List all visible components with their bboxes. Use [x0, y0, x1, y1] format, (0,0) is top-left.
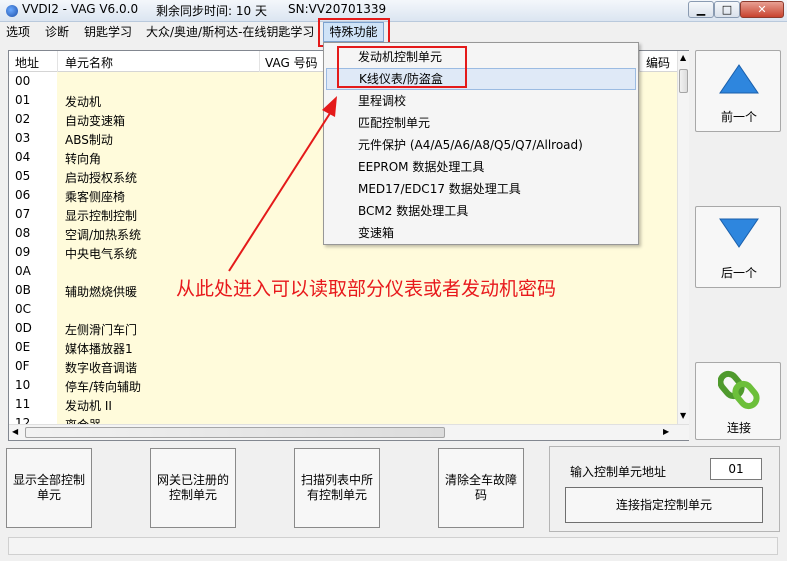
annotation-text: 从此处进入可以读取部分仪表或者发动机密码	[176, 278, 557, 300]
